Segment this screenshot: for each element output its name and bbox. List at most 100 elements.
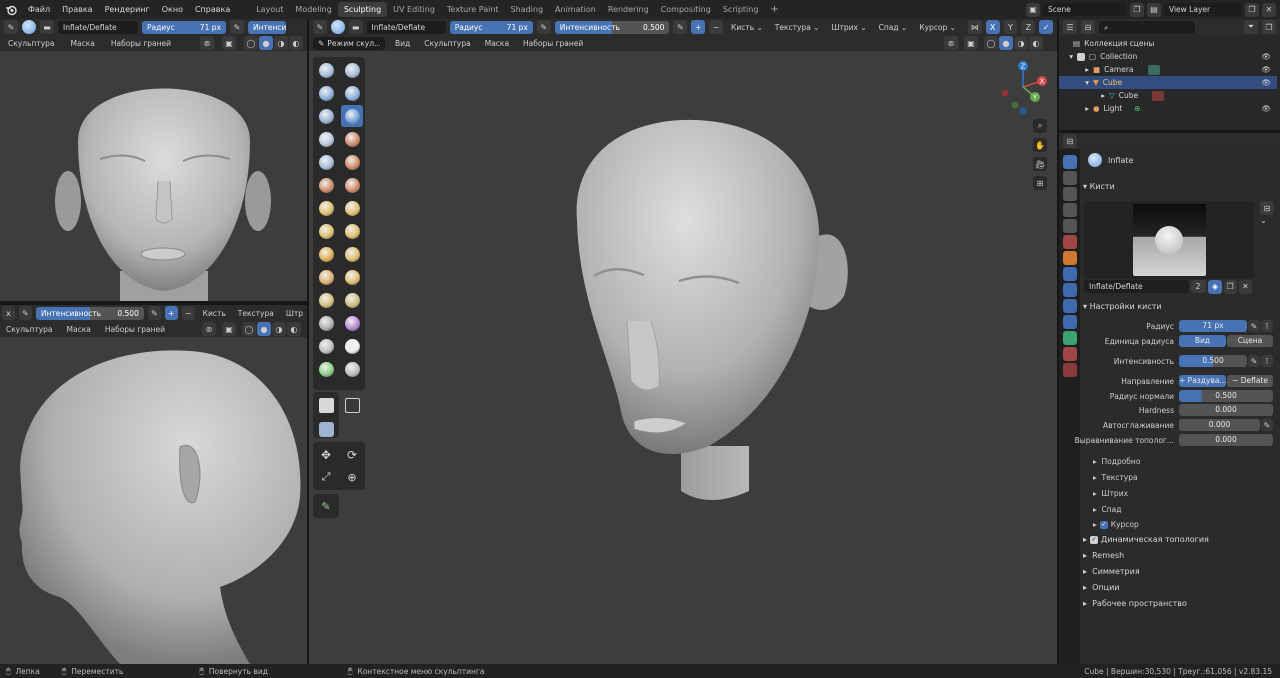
brush-preview-icon[interactable]	[22, 20, 36, 34]
outliner-row-scene-collection[interactable]: ▤ Коллекция сцены	[1059, 37, 1277, 50]
grid-projection-icon[interactable]: ⊞	[1033, 176, 1047, 190]
tool-tab-icon[interactable]	[1062, 155, 1077, 169]
axis-y-button[interactable]: Y	[1003, 20, 1018, 34]
cube-expand-icon[interactable]: ▾	[1059, 78, 1089, 87]
output-tab-icon[interactable]	[1062, 187, 1077, 201]
menu-help[interactable]: Справка	[189, 0, 236, 19]
view-layer-tab-icon[interactable]	[1062, 203, 1077, 217]
cube-visibility-eye-icon[interactable]: 👁︎	[1261, 78, 1271, 87]
radius-unit-scene-button[interactable]: Сцена	[1227, 335, 1273, 347]
prop-strength-use-icon[interactable]: ⊺	[1261, 355, 1273, 367]
outliner-editor-type-icon[interactable]: ☰	[1063, 20, 1077, 34]
menu-stroke-left[interactable]: Штр	[282, 309, 307, 318]
main-solid-shading-icon[interactable]: ●	[999, 36, 1013, 50]
physics-tab-icon[interactable]	[1062, 299, 1077, 313]
section-remesh[interactable]: ▸ Remesh	[1083, 551, 1124, 560]
render-tab-icon[interactable]	[1062, 171, 1077, 185]
outliner-row-cube[interactable]: ▾ ▼ Cube 👁︎	[1059, 76, 1277, 89]
tab-animation[interactable]: Animation	[549, 2, 602, 17]
tab-compositing[interactable]: Compositing	[655, 2, 717, 17]
prop-radius-use-icon[interactable]: ⊺	[1261, 320, 1273, 332]
light-expand-icon[interactable]: ▸	[1059, 104, 1089, 113]
move-tool[interactable]: ✥	[315, 444, 337, 466]
crease-tool[interactable]	[341, 128, 363, 150]
outliner-row-cube-mesh[interactable]: ▸ ▽ Cube	[1059, 89, 1277, 102]
main-brush-type-icon[interactable]: ✎	[313, 20, 327, 34]
strength-pressure-icon[interactable]: ✎	[147, 306, 161, 320]
wireframe-shading-icon[interactable]: ◯	[244, 36, 258, 50]
strength-field-short[interactable]: Интенсив	[248, 20, 286, 34]
nudge-tool[interactable]	[341, 266, 363, 288]
clay-strips-tool[interactable]	[341, 82, 363, 104]
blob-tool[interactable]	[315, 128, 337, 150]
radius-field[interactable]: Радиус 71 px	[142, 20, 226, 34]
brush-preview-options-icon[interactable]: ⊟	[1260, 201, 1274, 215]
modifier-tab-icon[interactable]	[1062, 267, 1077, 281]
menu-render[interactable]: Рендеринг	[99, 0, 156, 19]
option-checkbox[interactable]: ✓	[1039, 20, 1054, 34]
main-overlay-icon[interactable]: ⊚	[944, 36, 958, 50]
menu-face-sets-left-bottom[interactable]: Наборы граней	[101, 325, 169, 334]
main-radius-field[interactable]: Радиус 71 px	[449, 20, 533, 34]
menu-sculpt-left-bottom[interactable]: Скульптура	[2, 325, 57, 334]
prop-hardness-field[interactable]: 0.000	[1179, 404, 1273, 416]
mesh-filter-tool[interactable]	[315, 418, 337, 440]
brush-settings-icon[interactable]: ▬	[40, 20, 54, 34]
brush-preview-box[interactable]	[1084, 201, 1254, 279]
add-workspace-button[interactable]: +	[764, 2, 784, 17]
blender-logo-icon[interactable]	[0, 0, 22, 19]
rendered-shading-icon-lb[interactable]: ◐	[287, 322, 301, 336]
tab-scripting[interactable]: Scripting	[717, 2, 765, 17]
brushes-section-header[interactable]: ▾ Кисти	[1083, 182, 1115, 191]
subpanel-texture[interactable]: ▸ Текстура	[1093, 473, 1138, 482]
checkbox-icon[interactable]	[1077, 52, 1085, 61]
solid-shading-icon[interactable]: ●	[259, 36, 273, 50]
simplify-tool[interactable]	[315, 335, 337, 357]
annotate-tool[interactable]: ✎	[315, 495, 337, 517]
prop-radius-pressure-icon[interactable]: ✎	[1248, 320, 1260, 332]
main-xray-icon[interactable]: ▣	[964, 36, 978, 50]
material-shading-icon[interactable]: ◑	[274, 36, 288, 50]
prop-strength-pressure-icon[interactable]: ✎	[1248, 355, 1260, 367]
menu-file[interactable]: Файл	[22, 0, 56, 19]
zoom-icon[interactable]: ⌕	[1033, 119, 1047, 133]
main-wireframe-shading-icon[interactable]: ◯	[984, 36, 998, 50]
main-brush-name-field[interactable]: Inflate/Deflate	[366, 20, 446, 34]
menu-edit[interactable]: Правка	[56, 0, 98, 19]
mask-tool[interactable]	[341, 335, 363, 357]
left-bottom-strength-field[interactable]: Интенсивность 0.500	[35, 306, 144, 320]
view-layer-field[interactable]: View Layer	[1164, 3, 1242, 16]
transform-tool[interactable]: ⊕	[341, 466, 363, 488]
prop-autosmooth-pressure-icon[interactable]: ✎	[1261, 419, 1273, 431]
radius-pressure-icon[interactable]: ✎	[230, 20, 244, 34]
pan-hand-icon[interactable]: ✋	[1033, 138, 1047, 152]
outliner-display-mode-icon[interactable]: ⊟	[1081, 20, 1095, 34]
mask-box-tool[interactable]	[315, 394, 337, 416]
snake-hook-tool[interactable]	[315, 243, 337, 265]
data-tab-icon[interactable]	[1062, 331, 1077, 345]
brush-settings-section-header[interactable]: ▾ Настройки кисти	[1083, 302, 1162, 311]
mode-selector[interactable]: ✎ Режим скул...	[313, 36, 385, 50]
paint-tool[interactable]	[341, 358, 363, 380]
constraints-tab-icon[interactable]	[1062, 315, 1077, 329]
menu-falloff[interactable]: Спад ⌄	[875, 23, 912, 32]
menu-brush[interactable]: Кисть ⌄	[727, 23, 767, 32]
wireframe-shading-icon-lb[interactable]: ◯	[242, 322, 256, 336]
direction-add-button[interactable]: + Раздува...	[1179, 375, 1226, 387]
main-viewport[interactable]: ✥ ⟳ ⤢ ⊕ ✎ Z X Y ⌕ ✋ 🎥︎ ⊞	[309, 51, 1057, 664]
prop-autosmooth-field[interactable]: 0.000	[1179, 419, 1260, 431]
menu-mask-main[interactable]: Маска	[481, 39, 513, 48]
brush-users-count[interactable]: 2	[1190, 280, 1207, 293]
tab-sculpting[interactable]: Sculpting	[337, 2, 388, 17]
main-subtract-direction-icon[interactable]: −	[709, 20, 723, 34]
cursor-checkbox[interactable]: ✓	[1099, 520, 1108, 529]
scale-tool[interactable]: ⤢	[315, 466, 337, 488]
tab-layout[interactable]: Layout	[250, 2, 289, 17]
camera-expand-icon[interactable]: ▸	[1059, 65, 1089, 74]
left-bottom-viewport[interactable]	[0, 337, 307, 664]
scene-copy-icon[interactable]: ❐	[1130, 2, 1144, 17]
section-workspace[interactable]: ▸ Рабочее пространство	[1083, 599, 1187, 608]
material-tab-icon[interactable]	[1062, 347, 1077, 361]
tab-rendering[interactable]: Rendering	[602, 2, 655, 17]
main-strength-pressure-icon[interactable]: ✎	[673, 20, 688, 34]
